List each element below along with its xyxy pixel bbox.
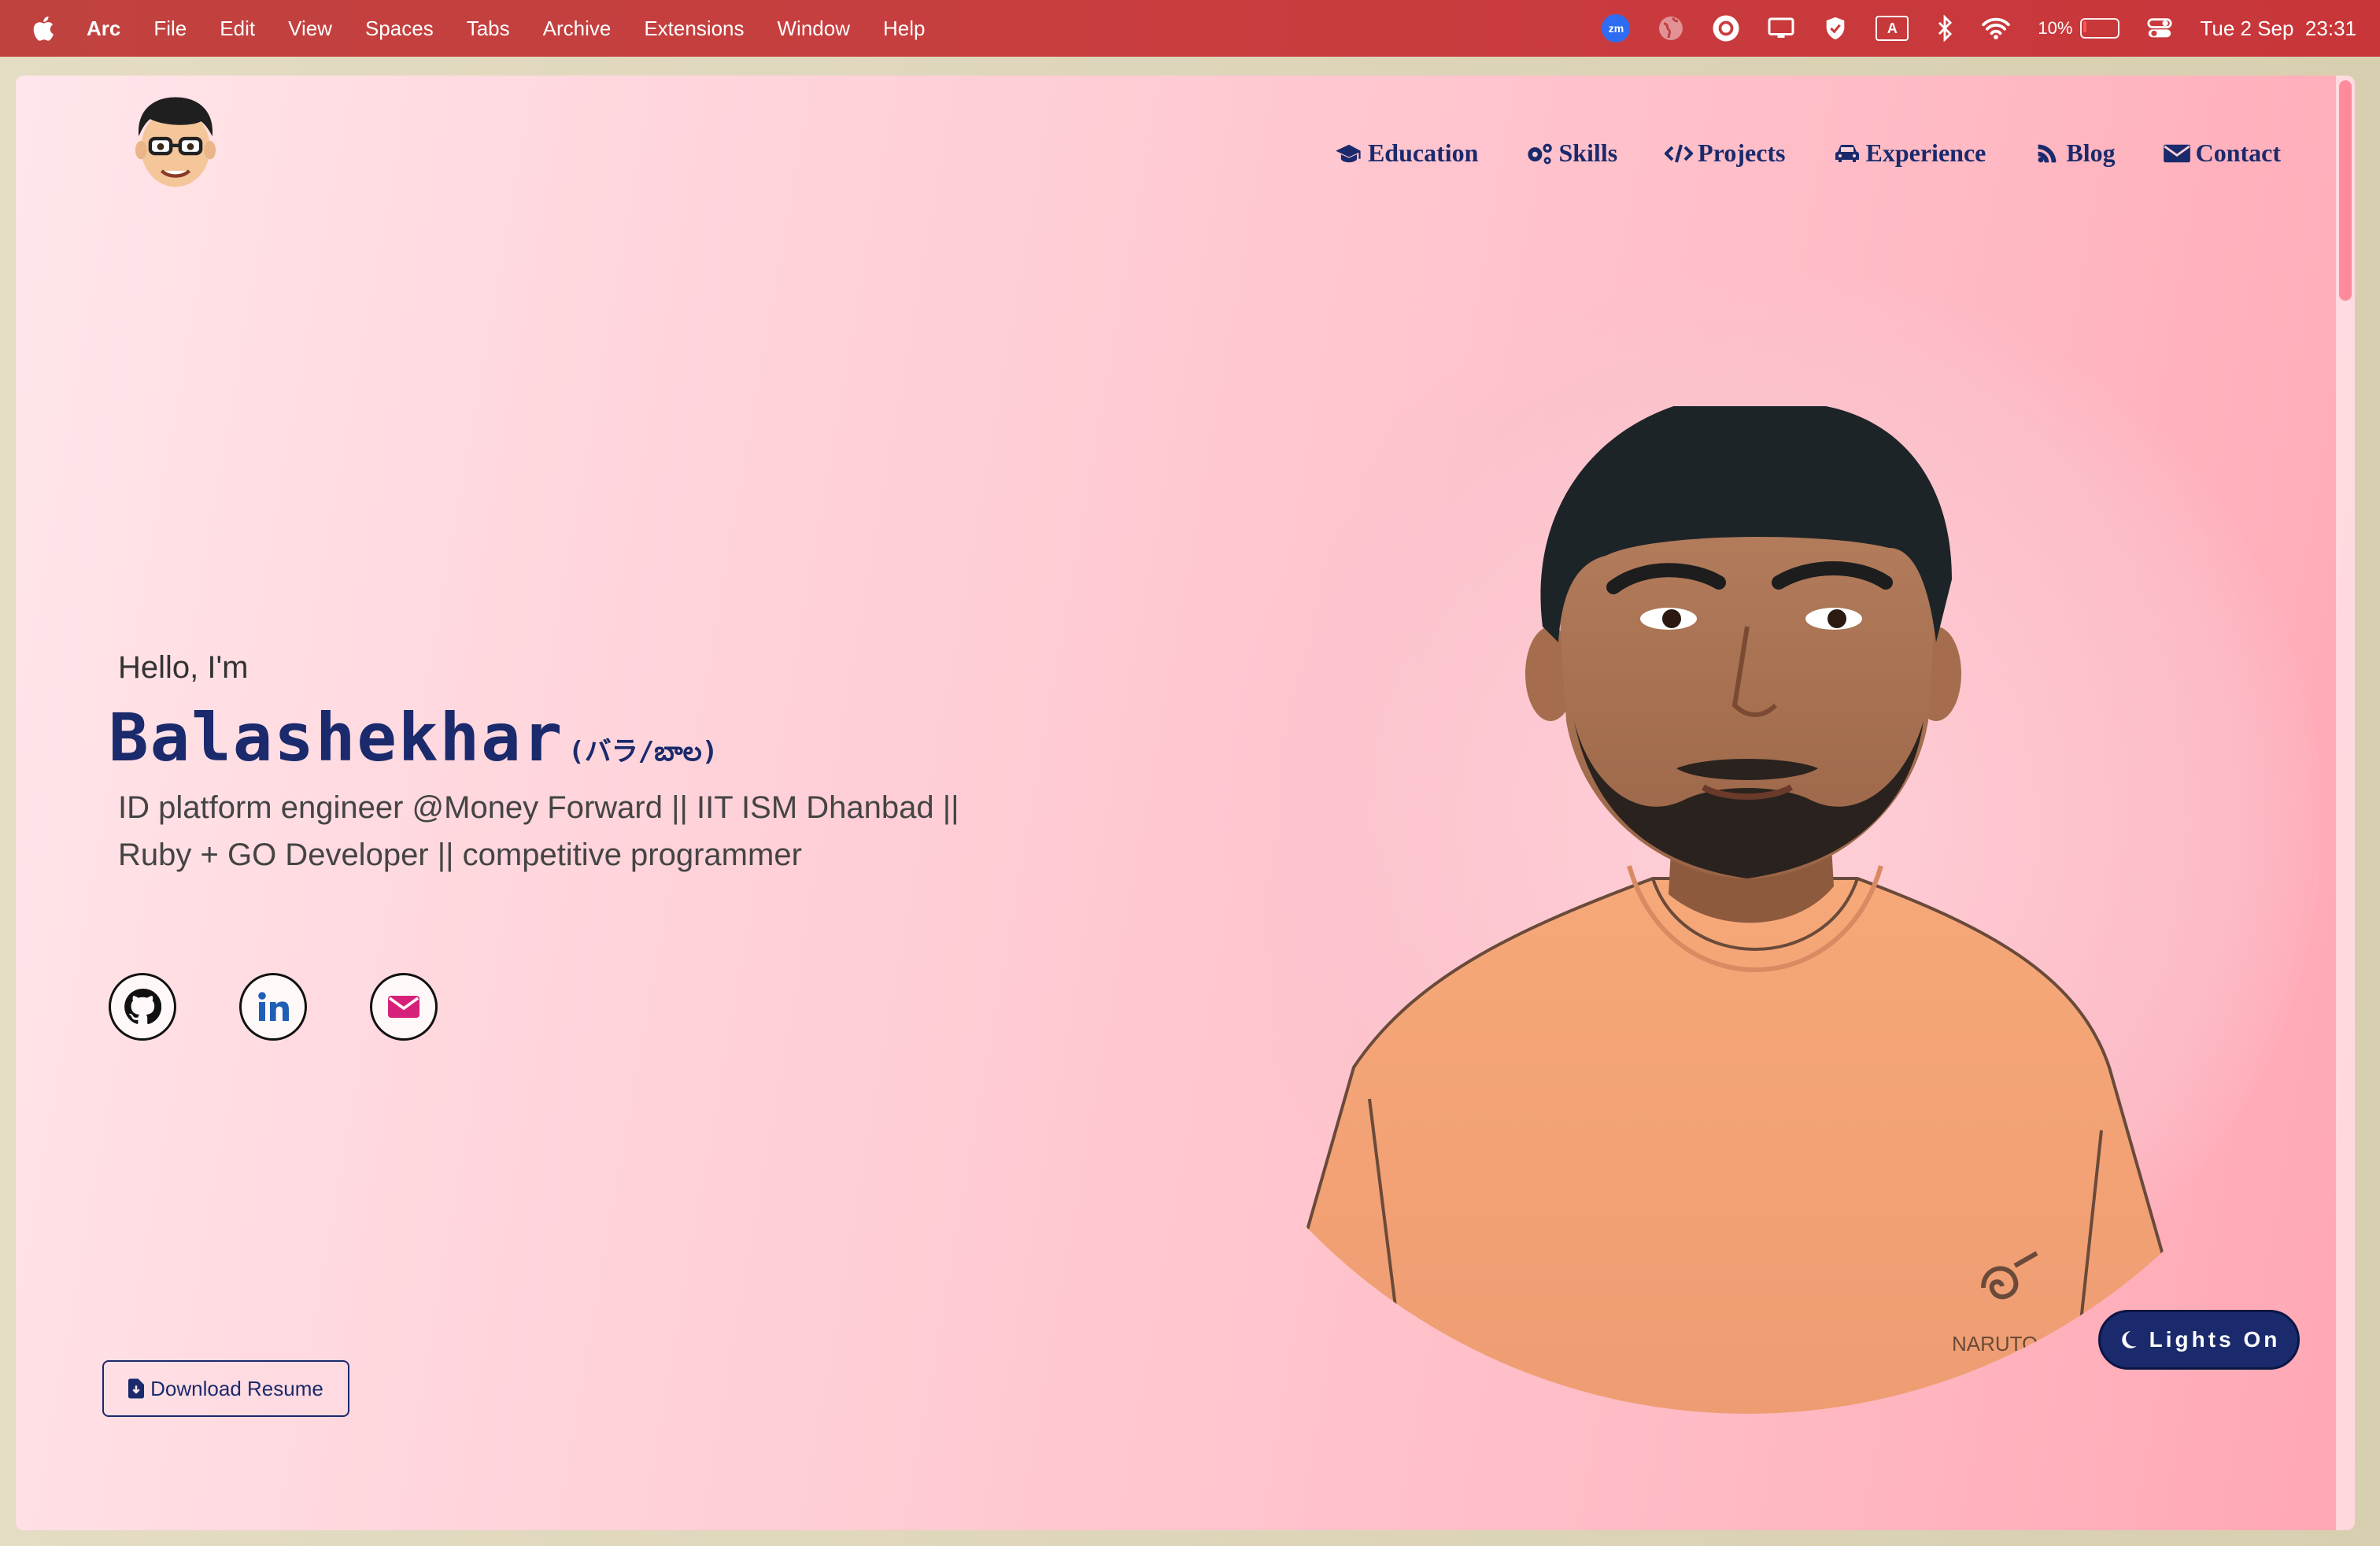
wifi-icon[interactable] <box>1981 17 2011 40</box>
email-link[interactable] <box>370 973 438 1041</box>
menu-archive[interactable]: Archive <box>543 17 612 41</box>
menu-spaces[interactable]: Spaces <box>365 17 434 41</box>
blog-icon <box>2038 144 2057 162</box>
hero-name: Balashekhar <box>109 699 564 776</box>
page-scrollbar[interactable] <box>2336 76 2355 1530</box>
menu-help[interactable]: Help <box>883 17 925 41</box>
record-icon[interactable] <box>1712 14 1740 43</box>
nav-experience[interactable]: Experience <box>1833 139 1986 168</box>
car-icon <box>1835 144 1859 162</box>
github-icon <box>124 988 161 1025</box>
nav-projects[interactable]: Projects <box>1665 139 1786 168</box>
moon-icon <box>2121 1331 2137 1348</box>
nav-blog[interactable]: Blog <box>2033 139 2116 168</box>
hero-name-alt: (バラ/బాల) <box>568 736 719 767</box>
download-resume-button[interactable]: Download Resume <box>102 1360 349 1417</box>
profile-portrait: NARUTO <box>1291 406 2174 1414</box>
social-links <box>109 973 501 1041</box>
menu-extensions[interactable]: Extensions <box>644 17 744 41</box>
control-center-icon[interactable] <box>2146 17 2173 40</box>
browser-window: Education Skills Projects Experience Blo… <box>0 57 2380 1546</box>
nav-contact-label: Contact <box>2195 139 2281 167</box>
status-area: zm A 10% Tue 2 Sep 23:31 <box>1575 0 2356 57</box>
theme-toggle-button[interactable]: Lights On <box>2098 1310 2300 1370</box>
graduation-cap-icon <box>1336 144 1361 162</box>
nav-blog-label: Blog <box>2066 139 2116 167</box>
nav-education-label: Education <box>1367 139 1479 167</box>
apple-icon[interactable] <box>30 14 55 43</box>
menu-tabs[interactable]: Tabs <box>467 17 510 41</box>
battery-icon[interactable] <box>2080 18 2120 39</box>
avatar-logo[interactable] <box>118 83 233 198</box>
shield-check-icon[interactable] <box>1822 15 1849 42</box>
linkedin-icon <box>258 992 289 1021</box>
menu-window[interactable]: Window <box>778 17 850 41</box>
menu-edit[interactable]: Edit <box>220 17 255 41</box>
download-resume-label: Download Resume <box>150 1376 323 1400</box>
shirt-logo-text: NARUTO <box>1952 1332 2038 1356</box>
menu-bar: Arc File Edit View Spaces Tabs Archive E… <box>0 0 2380 57</box>
mail-icon <box>388 996 419 1018</box>
gears-icon <box>1528 143 1553 164</box>
nav-projects-label: Projects <box>1698 139 1786 167</box>
keyboard-input-icon[interactable]: A <box>1876 16 1909 41</box>
portfolio-page: Education Skills Projects Experience Blo… <box>16 76 2355 1530</box>
main-nav: Education Skills Projects Experience Blo… <box>1288 139 2281 168</box>
display-icon[interactable] <box>1767 17 1795 40</box>
nav-experience-label: Experience <box>1865 139 1986 167</box>
battery-percent: 10% <box>2038 18 2073 38</box>
linkedin-link[interactable] <box>239 973 307 1041</box>
envelope-icon <box>2163 144 2190 162</box>
nav-skills-label: Skills <box>1558 139 1618 167</box>
menu-view[interactable]: View <box>288 17 332 41</box>
menu-file[interactable]: File <box>153 17 187 41</box>
hero-greeting: Hello, I'm <box>118 650 249 685</box>
code-icon <box>1665 143 1694 163</box>
nav-education[interactable]: Education <box>1335 139 1478 168</box>
clock[interactable]: Tue 2 Sep 23:31 <box>2200 17 2356 41</box>
globe-icon[interactable] <box>1657 14 1685 43</box>
menu-app-name[interactable]: Arc <box>87 17 120 41</box>
bluetooth-icon[interactable] <box>1935 15 1954 42</box>
nav-skills[interactable]: Skills <box>1525 139 1617 168</box>
theme-toggle-label: Lights On <box>2149 1327 2281 1352</box>
github-link[interactable] <box>109 973 176 1041</box>
scrollbar-thumb[interactable] <box>2339 80 2352 301</box>
hero-tagline: ID platform engineer @Money Forward || I… <box>118 790 959 872</box>
zoom-icon[interactable]: zm <box>1602 14 1631 43</box>
hero-name-row: Balashekhar (バラ/బాల) <box>109 699 718 776</box>
file-download-icon <box>128 1378 145 1399</box>
nav-contact[interactable]: Contact <box>2163 139 2281 168</box>
